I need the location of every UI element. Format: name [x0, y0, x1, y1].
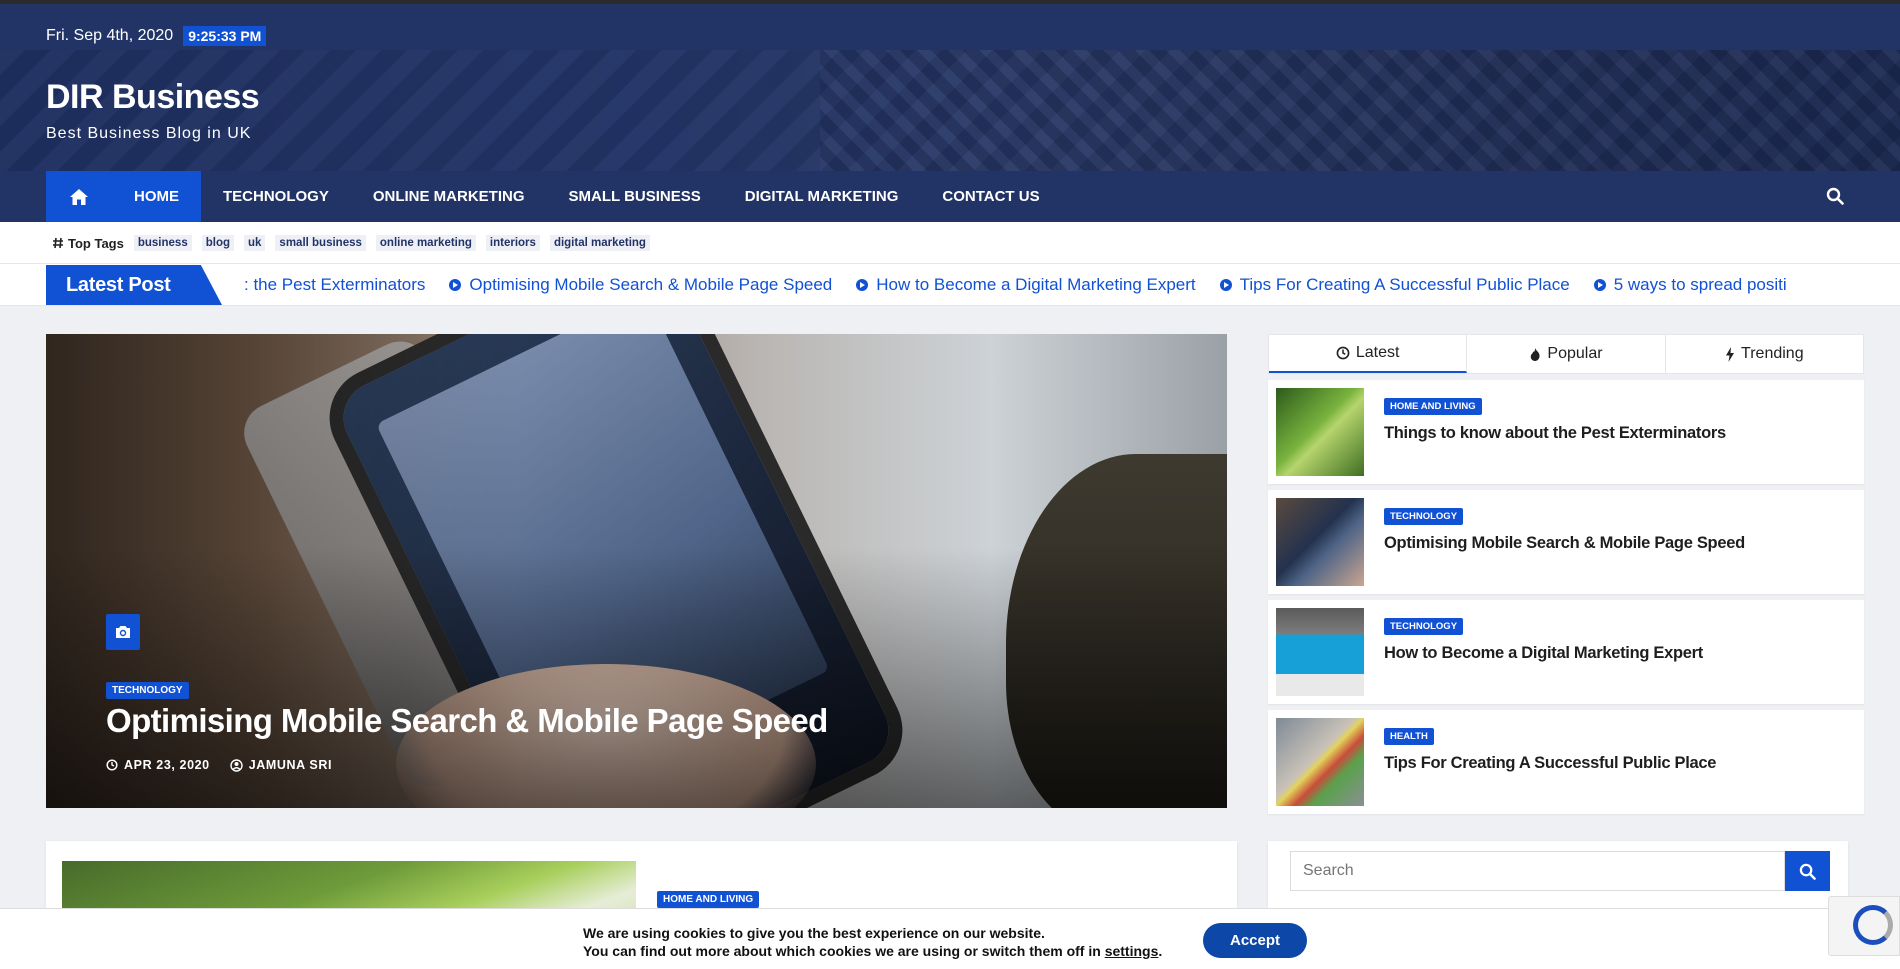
latest-post-ticker: : the Pest Exterminators Optimising Mobi… — [244, 275, 1849, 295]
post-category-badge[interactable]: HEALTH — [1384, 728, 1434, 745]
hashtag-icon — [53, 237, 63, 249]
hero-post-title[interactable]: Optimising Mobile Search & Mobile Page S… — [106, 702, 828, 740]
sidebar-search-input[interactable] — [1290, 851, 1785, 891]
hero-category-badge[interactable]: TECHNOLOGY — [106, 682, 189, 699]
cookie-message-line-1: We are using cookies to give you the bes… — [583, 925, 1045, 941]
hero-post-date-text: APR 23, 2020 — [124, 758, 210, 772]
sidebar-search-button[interactable] — [1785, 851, 1830, 891]
tag-business[interactable]: business — [133, 235, 192, 251]
hero-post-author-text: JAMUNA SRI — [248, 758, 333, 772]
tag-blog[interactable]: blog — [201, 235, 234, 251]
post-category-badge[interactable]: TECHNOLOGY — [1384, 618, 1464, 635]
clock-icon — [1336, 346, 1350, 360]
site-title[interactable]: DIR Business — [46, 78, 260, 117]
tab-popular-label: Popular — [1547, 345, 1603, 362]
ticker-item[interactable]: : the Pest Exterminators — [244, 275, 425, 295]
ticker-item-text: How to Become a Digital Marketing Expert — [876, 275, 1196, 294]
nav-search-icon[interactable] — [1826, 187, 1844, 210]
sidebar-post-item[interactable]: TECHNOLOGY Optimising Mobile Search & Mo… — [1268, 490, 1864, 594]
ticker-item[interactable]: How to Become a Digital Marketing Expert — [856, 275, 1196, 295]
latest-post-label: Latest Post — [46, 265, 222, 305]
site-header: Fri. Sep 4th, 2020 9:25:33 PM DIR Busine… — [0, 4, 1900, 171]
clock-icon — [106, 759, 118, 771]
current-date: Fri. Sep 4th, 2020 — [46, 27, 174, 44]
tab-trending[interactable]: Trending — [1666, 335, 1863, 373]
cookie-settings-link[interactable]: settings — [1105, 943, 1159, 959]
ticker-item-text: Tips For Creating A Successful Public Pl… — [1239, 275, 1570, 294]
sidebar-tabs: Latest Popular Trending — [1268, 334, 1864, 374]
nav-item-technology[interactable]: TECHNOLOGY — [201, 171, 351, 222]
post-category-badge[interactable]: TECHNOLOGY — [1384, 508, 1464, 525]
hero-post-date[interactable]: APR 23, 2020 — [106, 758, 210, 772]
tag-online-marketing[interactable]: online marketing — [375, 235, 476, 251]
circle-arrow-icon — [856, 279, 869, 291]
post-title[interactable]: Tips For Creating A Successful Public Pl… — [1384, 754, 1716, 773]
hero-post-author[interactable]: JAMUNA SRI — [230, 758, 332, 772]
nav-home-icon-button[interactable] — [46, 171, 112, 222]
post-title[interactable]: How to Become a Digital Marketing Expert — [1384, 644, 1703, 663]
ticker-item[interactable]: Optimising Mobile Search & Mobile Page S… — [449, 275, 832, 295]
featured-post-hero[interactable]: TECHNOLOGY Optimising Mobile Search & Mo… — [46, 334, 1227, 808]
ticker-item[interactable]: Tips For Creating A Successful Public Pl… — [1219, 275, 1570, 295]
sidebar-post-item[interactable]: HEALTH Tips For Creating A Successful Pu… — [1268, 710, 1864, 814]
nav-item-home[interactable]: HOME — [112, 171, 201, 222]
sidebar-post-item[interactable]: TECHNOLOGY How to Become a Digital Marke… — [1268, 600, 1864, 704]
post-title[interactable]: Optimising Mobile Search & Mobile Page S… — [1384, 534, 1745, 553]
sidebar-post-item[interactable]: HOME AND LIVING Things to know about the… — [1268, 380, 1864, 484]
header-background-image — [0, 50, 1900, 171]
recaptcha-badge[interactable] — [1828, 896, 1900, 956]
top-tags-label-text: Top Tags — [68, 235, 124, 251]
nav-item-contact-us[interactable]: CONTACT US — [920, 171, 1061, 222]
ticker-item-text: Optimising Mobile Search & Mobile Page S… — [469, 275, 833, 294]
tag-small-business[interactable]: small business — [275, 235, 366, 251]
site-description: Best Business Blog in UK — [46, 125, 252, 142]
search-icon — [1799, 863, 1816, 880]
latest-post-ticker-bar: Latest Post : the Pest Exterminators Opt… — [0, 264, 1900, 306]
top-tags-bar: Top Tags business blog uk small business… — [0, 222, 1900, 264]
tag-uk[interactable]: uk — [244, 235, 266, 251]
tab-latest-label: Latest — [1355, 344, 1400, 361]
circle-arrow-icon — [1593, 279, 1606, 291]
cookie-message-period: . — [1158, 943, 1163, 959]
post-title[interactable]: Things to know about the Pest Exterminat… — [1384, 424, 1726, 443]
hero-post-meta: APR 23, 2020 JAMUNA SRI — [106, 758, 332, 772]
post-thumbnail[interactable] — [1276, 498, 1364, 586]
ticker-item-text: : the Pest Exterminators — [244, 275, 426, 294]
camera-icon — [106, 614, 140, 650]
cookie-message-line-2: You can find out more about which cookie… — [583, 942, 1162, 960]
post-thumbnail[interactable] — [1276, 718, 1364, 806]
user-icon — [230, 758, 243, 772]
date-time-bar: Fri. Sep 4th, 2020 9:25:33 PM — [46, 26, 267, 46]
tag-digital-marketing[interactable]: digital marketing — [549, 235, 650, 251]
post-card-category-badge[interactable]: HOME AND LIVING — [657, 891, 760, 908]
post-thumbnail[interactable] — [1276, 608, 1364, 696]
post-category-badge[interactable]: HOME AND LIVING — [1384, 398, 1482, 415]
current-time: 9:25:33 PM — [183, 26, 267, 46]
tab-trending-label: Trending — [1741, 345, 1804, 362]
top-tags-label: Top Tags — [52, 236, 124, 251]
cookie-accept-button[interactable]: Accept — [1203, 923, 1307, 958]
tab-latest[interactable]: Latest — [1269, 335, 1468, 373]
home-icon — [70, 188, 88, 205]
fire-icon — [1531, 347, 1540, 361]
circle-arrow-icon — [449, 279, 462, 291]
tag-interiors[interactable]: interiors — [485, 235, 540, 251]
cookie-message: We are using cookies to give you the bes… — [583, 924, 1162, 960]
nav-item-digital-marketing[interactable]: DIGITAL MARKETING — [723, 171, 921, 222]
sidebar-posts-widget: Latest Popular Trending HOME AND LIVING … — [1268, 334, 1864, 814]
ticker-item[interactable]: 5 ways to spread positi — [1593, 275, 1787, 295]
circle-arrow-icon — [1219, 279, 1232, 291]
main-navigation: HOME TECHNOLOGY ONLINE MARKETING SMALL B… — [0, 171, 1900, 222]
tab-popular[interactable]: Popular — [1467, 335, 1666, 373]
nav-item-small-business[interactable]: SMALL BUSINESS — [547, 171, 723, 222]
post-thumbnail[interactable] — [1276, 388, 1364, 476]
cookie-message-line-2-text: You can find out more about which cookie… — [583, 943, 1101, 959]
cookie-consent-bar: We are using cookies to give you the bes… — [0, 908, 1900, 969]
ticker-item-text: 5 ways to spread positi — [1613, 275, 1787, 294]
bolt-icon — [1726, 346, 1735, 362]
nav-item-online-marketing[interactable]: ONLINE MARKETING — [351, 171, 547, 222]
